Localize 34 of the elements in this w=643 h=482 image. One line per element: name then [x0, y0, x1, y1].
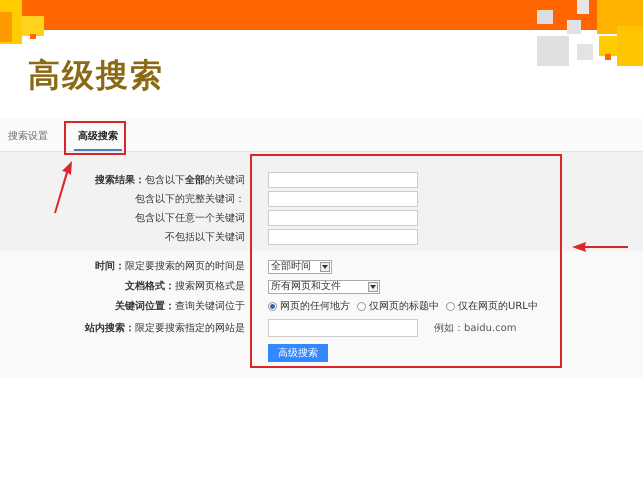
- radio-label: 仅在网页的URL中: [458, 300, 538, 314]
- example-hint: 例如：baidu.com: [434, 322, 516, 336]
- field-section-label: 关键词位置：: [115, 300, 175, 314]
- field-section-label: 文档格式：: [125, 280, 175, 294]
- radio-button[interactable]: [357, 302, 366, 311]
- dropdown-arrow-icon: [320, 262, 330, 272]
- tab[interactable]: 搜索设置: [4, 123, 52, 151]
- field-description: 包含以下全部的关键词: [145, 174, 245, 188]
- site-input-field[interactable]: [268, 319, 418, 337]
- annotation-arrow-icon: [52, 160, 74, 214]
- radio-button[interactable]: [268, 302, 277, 311]
- field-description: 包含以下的完整关键词：: [135, 192, 245, 206]
- slide-title: 高级搜索: [27, 55, 165, 96]
- dropdown-select[interactable]: 所有网页和文件: [268, 280, 380, 294]
- keyword-input-field[interactable]: [268, 191, 418, 207]
- dropdown-select[interactable]: 全部时间: [268, 260, 332, 274]
- field-description: 限定要搜索指定的网站是: [135, 322, 245, 336]
- field-section-label: 时间：: [95, 260, 125, 274]
- field-section-label: 站内搜索：: [85, 322, 135, 336]
- dropdown-arrow-icon: [368, 282, 378, 292]
- keyword-input-field[interactable]: [268, 229, 418, 245]
- annotation-arrow-icon: [572, 242, 628, 252]
- field-description: 包含以下任意一个关键词: [135, 212, 245, 226]
- field-section-label: 搜索结果：: [95, 174, 145, 188]
- keyword-input-field[interactable]: [268, 172, 418, 188]
- radio-label: 仅网页的标题中: [369, 300, 439, 314]
- annotation-box: [64, 121, 126, 155]
- radio-label: 网页的任何地方: [280, 300, 350, 314]
- radio-button[interactable]: [446, 302, 455, 311]
- field-description: 限定要搜索的网页的时间是: [125, 260, 245, 274]
- keyword-input-field[interactable]: [268, 210, 418, 226]
- field-description: 搜索网页格式是: [175, 280, 245, 294]
- field-description: 不包括以下关键词: [165, 230, 245, 244]
- field-description: 查询关键词位于: [175, 300, 245, 314]
